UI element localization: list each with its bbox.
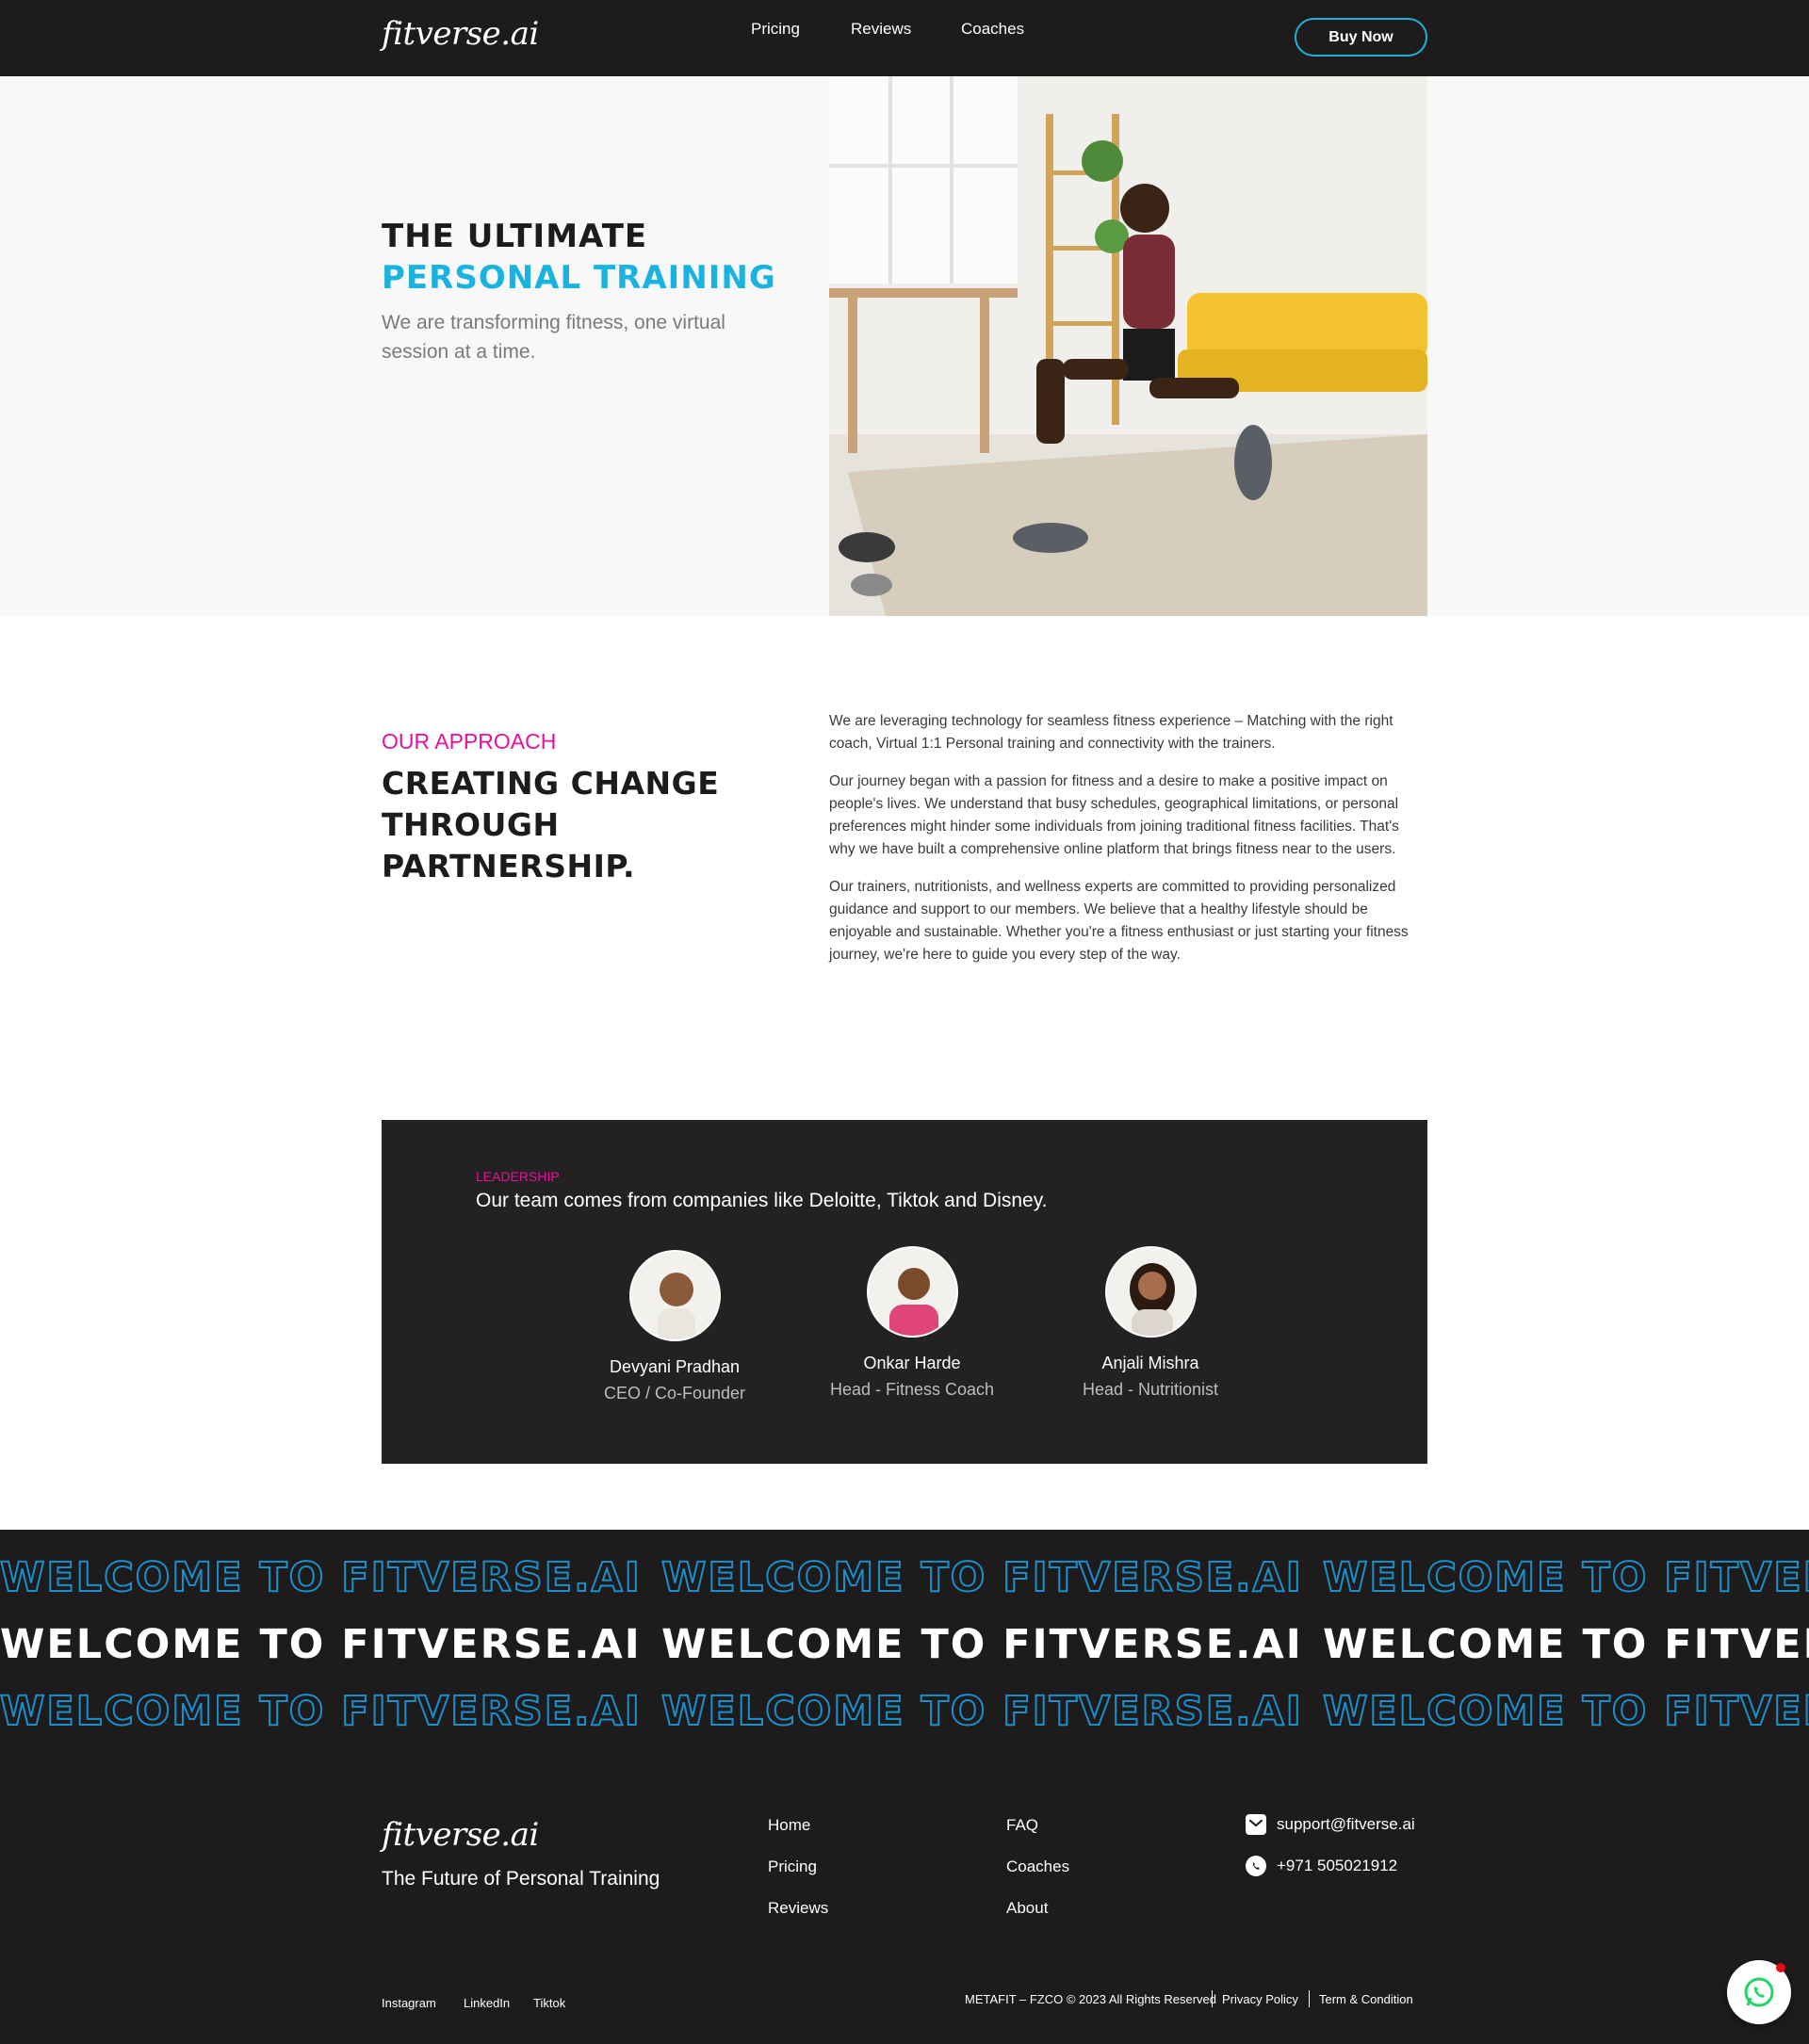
hero-title: THE ULTIMATE PERSONAL TRAINING [382, 216, 776, 299]
marquee-text: WELCOME TO FITVERSE.AI [1323, 1621, 1809, 1668]
footer-link-coaches[interactable]: Coaches [1006, 1857, 1069, 1876]
marquee-text: WELCOME TO FITVERSE.AI [0, 1687, 642, 1736]
team-member-card: Anjali Mishra Head - Nutritionist [1047, 1246, 1254, 1400]
avatar [1104, 1246, 1197, 1338]
footer-link-about[interactable]: About [1006, 1899, 1048, 1918]
marquee-text: WELCOME TO FITVERSE.AI [0, 1553, 642, 1602]
approach-title: CREATING CHANGE THROUGH PARTNERSHIP. [382, 765, 720, 884]
leadership-section: LEADERSHIP Our team comes from companies… [382, 1120, 1427, 1464]
hero-subtitle: We are transforming fitness, one virtual… [382, 312, 725, 363]
footer-phone[interactable]: +971 505021912 [1246, 1856, 1397, 1876]
footer-link-faq[interactable]: FAQ [1006, 1816, 1038, 1835]
buy-now-button[interactable]: Buy Now [1295, 18, 1427, 57]
mail-icon [1246, 1814, 1266, 1835]
social-instagram[interactable]: Instagram [382, 1996, 436, 2010]
footer-email-text: support@fitverse.ai [1277, 1815, 1415, 1833]
copyright-text: METAFIT – FZCO © 2023 All Rights Reserve… [965, 1992, 1217, 2006]
avatar [866, 1246, 958, 1338]
marquee-text: WELCOME TO FITVERSE.AI [660, 1687, 1303, 1736]
social-tiktok[interactable]: Tiktok [533, 1996, 565, 2010]
welcome-marquee: WELCOME TO FITVERSE.AI WELCOME TO FITVERS… [0, 1530, 1809, 2044]
footer-phone-text: +971 505021912 [1277, 1857, 1398, 1874]
leadership-headline: Our team comes from companies like Deloi… [476, 1190, 1048, 1211]
social-linkedin[interactable]: LinkedIn [464, 1996, 510, 2010]
member-role: Head - Fitness Coach [829, 1380, 995, 1399]
marquee-text: WELCOME TO FITVERSE.AI [1322, 1553, 1809, 1602]
privacy-policy-link[interactable]: Privacy Policy [1222, 1992, 1298, 2006]
approach-paragraph: Our journey began with a passion for fit… [829, 773, 1399, 857]
footer-logo[interactable]: fitverse.ai [382, 1816, 539, 1854]
terms-link[interactable]: Term & Condition [1319, 1992, 1413, 2006]
member-role: Head - Nutritionist [1082, 1380, 1219, 1399]
footer-link-pricing[interactable]: Pricing [768, 1857, 817, 1876]
approach-paragraph: Our trainers, nutritionists, and wellnes… [829, 879, 1409, 963]
whatsapp-icon [1744, 1977, 1774, 2007]
footer-tagline: The Future of Personal Training [382, 1868, 660, 1890]
whatsapp-icon [1246, 1856, 1266, 1876]
hero-section: THE ULTIMATE PERSONAL TRAINING We are tr… [0, 76, 1809, 616]
site-header: fitverse.ai Pricing Reviews Coaches Buy … [0, 0, 1809, 76]
footer-link-reviews[interactable]: Reviews [768, 1899, 828, 1918]
member-name: Onkar Harde [863, 1354, 961, 1372]
site-logo[interactable]: fitverse.ai [382, 15, 539, 53]
member-name: Devyani Pradhan [609, 1357, 741, 1376]
nav-coaches[interactable]: Coaches [961, 20, 1024, 39]
hero-title-line2: PERSONAL TRAINING [382, 259, 776, 297]
footer-email[interactable]: support@fitverse.ai [1246, 1814, 1415, 1835]
marquee-text: WELCOME TO FITVERSE.AI [661, 1621, 1303, 1668]
hero-illustration [829, 76, 1427, 616]
team-member-card: Devyani Pradhan CEO / Co-Founder [571, 1250, 778, 1403]
notification-dot [1776, 1963, 1785, 1972]
approach-eyebrow: OUR APPROACH [382, 729, 557, 754]
nav-pricing[interactable]: Pricing [751, 20, 800, 39]
divider [1212, 1990, 1213, 2007]
approach-body: We are leveraging technology for seamles… [829, 710, 1427, 981]
nav-reviews[interactable]: Reviews [851, 20, 911, 39]
marquee-text: WELCOME TO FITVERSE.AI [0, 1621, 642, 1668]
leadership-eyebrow: LEADERSHIP [476, 1169, 560, 1184]
team-member-card: Onkar Harde Head - Fitness Coach [808, 1246, 1016, 1400]
marquee-text: WELCOME TO FITVERSE.AI [660, 1553, 1303, 1602]
footer-link-home[interactable]: Home [768, 1816, 810, 1835]
marquee-row-outline: WELCOME TO FITVERSE.AI WELCOME TO FITVERS… [0, 1553, 1809, 1602]
hero-trainer-image [829, 76, 1427, 616]
hero-title-line1: THE ULTIMATE [382, 218, 648, 255]
avatar [628, 1250, 721, 1341]
member-role: CEO / Co-Founder [603, 1384, 746, 1403]
marquee-row-outline: WELCOME TO FITVERSE.AI WELCOME TO FITVERS… [0, 1687, 1809, 1736]
divider [1309, 1990, 1310, 2007]
approach-paragraph: We are leveraging technology for seamles… [829, 713, 1393, 752]
marquee-row-solid: WELCOME TO FITVERSE.AI WELCOME TO FITVERS… [0, 1621, 1809, 1668]
marquee-text: WELCOME TO FITVERSE.AI [1322, 1687, 1809, 1736]
member-name: Anjali Mishra [1101, 1354, 1199, 1372]
